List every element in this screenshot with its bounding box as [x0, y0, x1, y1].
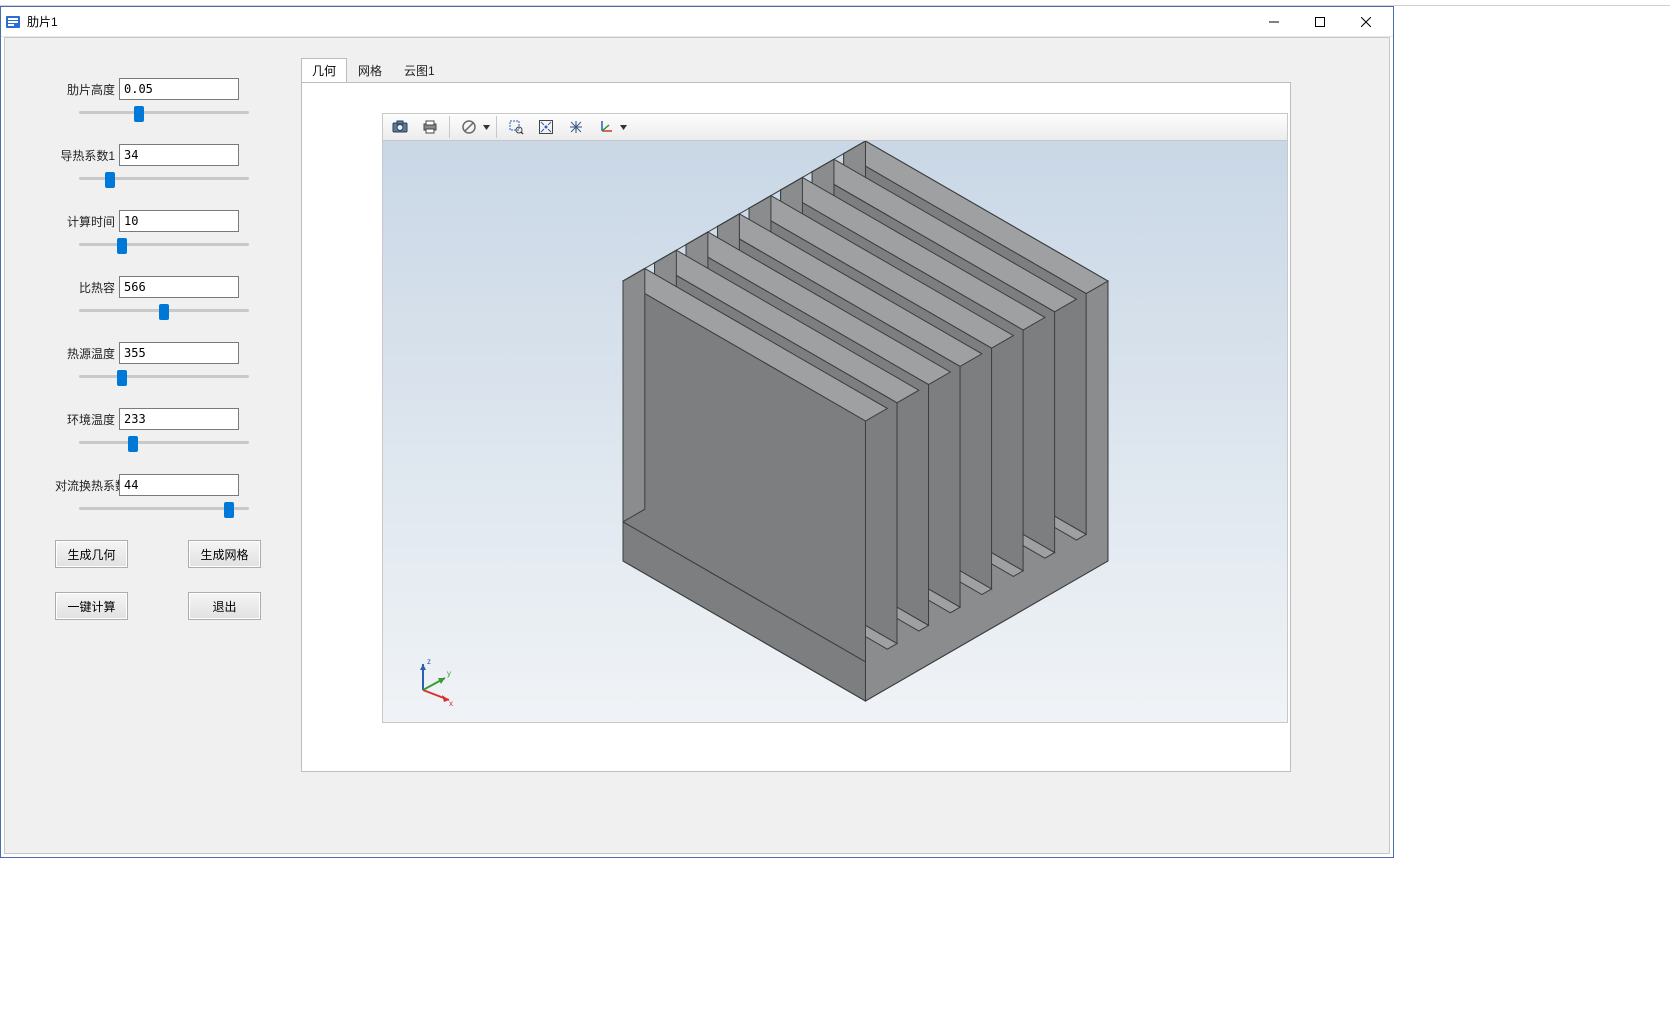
tab-0[interactable]: 几何 [301, 58, 347, 83]
client-area: 肋片高度导热系数1 计算时间比热容热源温度环境温度对流换热系数 生成几何 生成网格… [4, 37, 1390, 854]
param-label: 比热容 [55, 279, 115, 296]
reset-zoom-icon[interactable] [563, 115, 589, 139]
zoom-selection-icon[interactable] [503, 115, 529, 139]
triad-z-label: z [427, 657, 431, 666]
toolbar-separator [449, 116, 450, 138]
orientation-triad[interactable]: z y x [407, 656, 457, 706]
dropdown-caret-icon[interactable] [482, 125, 490, 130]
tab-2[interactable]: 云图1 [393, 58, 446, 83]
title-bar[interactable]: 肋片1 [1, 7, 1393, 37]
heatsink-geometry [383, 141, 1288, 723]
3d-viewport[interactable]: z y x [382, 141, 1288, 723]
generate-mesh-button[interactable]: 生成网格 [188, 540, 261, 568]
printer-icon[interactable] [417, 115, 443, 139]
parameter-panel: 肋片高度导热系数1 计算时间比热容热源温度环境温度对流换热系数 生成几何 生成网格… [55, 78, 265, 620]
param-label: 对流换热系数 [55, 477, 115, 494]
param-slider-3[interactable] [79, 302, 249, 320]
param-input-5[interactable] [119, 408, 239, 430]
camera-icon[interactable] [387, 115, 413, 139]
graphics-toolbar [382, 113, 1288, 141]
app-icon [5, 14, 21, 30]
generate-geometry-button[interactable]: 生成几何 [55, 540, 128, 568]
close-button[interactable] [1343, 7, 1389, 37]
param-label: 计算时间 [55, 213, 115, 230]
param-slider-2[interactable] [79, 236, 249, 254]
param-slider-0[interactable] [79, 104, 249, 122]
toolbar-separator [496, 116, 497, 138]
param-label: 环境温度 [55, 411, 115, 428]
param-input-1[interactable] [119, 144, 239, 166]
axes-icon[interactable] [593, 115, 619, 139]
window-title: 肋片1 [27, 13, 58, 30]
one-click-calc-button[interactable]: 一键计算 [55, 592, 128, 620]
param-slider-5[interactable] [79, 434, 249, 452]
maximize-button[interactable] [1297, 7, 1343, 37]
view-tabs: 几何网格云图1 [301, 60, 446, 82]
exit-button[interactable]: 退出 [188, 592, 261, 620]
param-input-0[interactable] [119, 78, 239, 100]
graphics-frame: z y x [301, 82, 1291, 772]
no-symbol-icon[interactable] [456, 115, 482, 139]
param-input-3[interactable] [119, 276, 239, 298]
app-window: 肋片1 肋片高度导热系数1 计算时间比热容热源温度环境温度对流换热系数 生成几何 … [0, 6, 1394, 858]
param-input-2[interactable] [119, 210, 239, 232]
param-label: 导热系数1 [55, 147, 115, 164]
param-slider-6[interactable] [79, 500, 249, 518]
param-input-4[interactable] [119, 342, 239, 364]
dropdown-caret-icon[interactable] [619, 125, 627, 130]
triad-x-label: x [449, 699, 453, 706]
param-input-6[interactable] [119, 474, 239, 496]
param-slider-4[interactable] [79, 368, 249, 386]
param-slider-1[interactable] [79, 170, 249, 188]
fit-view-icon[interactable] [533, 115, 559, 139]
param-label: 肋片高度 [55, 81, 115, 98]
triad-y-label: y [447, 669, 451, 678]
minimize-button[interactable] [1251, 7, 1297, 37]
param-label: 热源温度 [55, 345, 115, 362]
tab-1[interactable]: 网格 [347, 58, 393, 83]
